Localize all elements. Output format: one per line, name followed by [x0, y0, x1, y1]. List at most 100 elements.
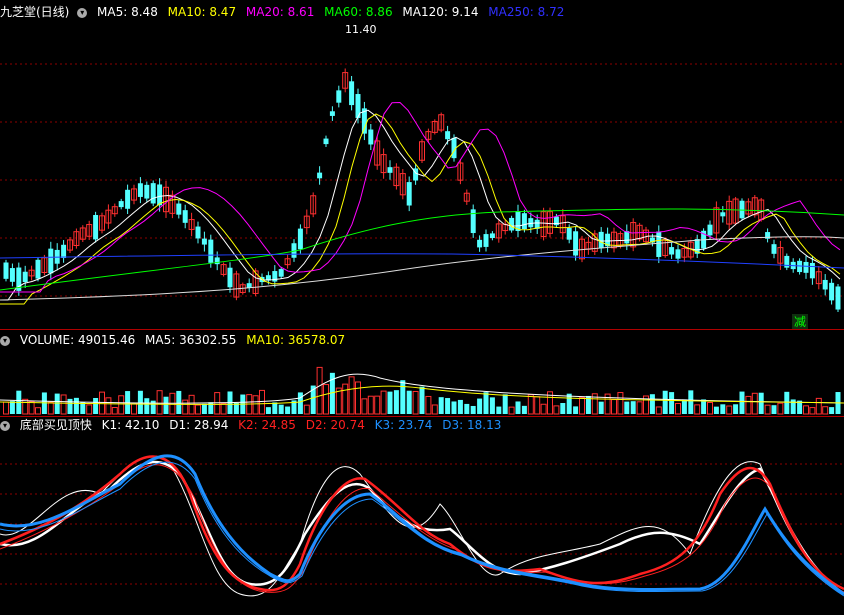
- volume-bar-down: [624, 401, 630, 414]
- volume-bar-up: [809, 407, 816, 415]
- volume-bar-down: [477, 398, 483, 414]
- candle-down: [675, 249, 681, 259]
- candle-down: [329, 111, 335, 116]
- volume-bar-down: [688, 390, 694, 414]
- candle-down: [323, 138, 329, 145]
- candle-down: [445, 131, 451, 140]
- volume-bar-up: [105, 397, 112, 415]
- volume-bar-up: [86, 404, 93, 415]
- volume-bar-up: [99, 391, 105, 415]
- indicator-chart[interactable]: [0, 434, 844, 614]
- volume-bar-up: [534, 396, 541, 415]
- volume-bar-up: [220, 403, 227, 415]
- volume-ma5-label: MA5: 36302.55: [145, 333, 237, 347]
- volume-bar-down: [566, 393, 572, 414]
- volume-bar-down: [201, 403, 207, 414]
- volume-bar-down: [285, 406, 291, 414]
- volume-bar-up: [131, 403, 137, 415]
- candle-down: [624, 231, 630, 244]
- volume-bar-down: [93, 397, 99, 414]
- volume-chart[interactable]: [0, 348, 844, 416]
- volume-bar-down: [502, 394, 508, 414]
- volume-bar-down: [713, 406, 719, 414]
- signal-badge: 减: [792, 314, 809, 330]
- candle-down: [598, 231, 604, 249]
- volume-bar-down: [272, 402, 278, 414]
- volume-bar-up: [777, 402, 784, 415]
- volume-bar-up: [751, 392, 758, 415]
- volume-bar-down: [630, 401, 636, 414]
- volume-bar-down: [297, 392, 303, 414]
- volume-bar-down: [470, 405, 476, 414]
- volume-bar-up: [540, 403, 547, 415]
- settings-circle-icon[interactable]: ▾: [0, 420, 10, 431]
- candle-down: [3, 262, 9, 279]
- candle-down: [246, 283, 252, 288]
- candle-down: [278, 269, 284, 277]
- candle-down: [208, 239, 214, 263]
- volume-bar-up: [316, 366, 323, 415]
- volume-bar-down: [67, 398, 73, 414]
- volume-bar-up: [35, 407, 41, 415]
- volume-bar-down: [278, 404, 284, 414]
- settings-circle-icon[interactable]: ▾: [0, 335, 10, 346]
- volume-bar-down: [387, 391, 393, 414]
- candle-down: [22, 271, 28, 283]
- volume-bar-up: [259, 389, 265, 415]
- volume-bar-down: [144, 398, 150, 414]
- volume-bar-down: [701, 399, 707, 414]
- volume-bar-up: [355, 381, 361, 415]
- volume-bar-down: [784, 391, 790, 414]
- ma60-line: [0, 208, 844, 291]
- candle-down: [9, 268, 15, 282]
- volume-bar-up: [412, 390, 419, 415]
- candle-down: [771, 244, 777, 254]
- volume-bar-down: [573, 406, 579, 414]
- panel-divider: [0, 329, 844, 330]
- candle-down: [784, 255, 790, 268]
- k3-label: K3: 23.74: [374, 418, 433, 432]
- indicator-name: 底部买见顶快: [19, 418, 92, 432]
- volume-bar-up: [361, 398, 368, 415]
- volume-bar-down: [515, 401, 521, 414]
- candle-down: [336, 90, 342, 103]
- volume-bar-up: [195, 404, 201, 415]
- candle-down: [35, 259, 41, 279]
- candle-down: [125, 189, 131, 209]
- volume-bar-up: [380, 390, 387, 415]
- candle-down: [61, 244, 67, 259]
- volume-bar-up: [655, 406, 662, 415]
- k3-line: [0, 454, 844, 596]
- volume-bar-down: [400, 380, 406, 414]
- volume-bar-up: [431, 404, 438, 415]
- volume-bar-down: [790, 399, 796, 414]
- volume-bar-up: [745, 395, 752, 415]
- candlestick-chart[interactable]: [0, 0, 844, 330]
- candle-down: [829, 282, 835, 301]
- volume-bar-up: [22, 398, 29, 415]
- d1-label: D1: 28.94: [169, 418, 229, 432]
- candle-down: [368, 129, 374, 145]
- k1-label: K1: 42.10: [101, 418, 160, 432]
- volume-bar-up: [527, 394, 534, 415]
- ma250-line: [0, 253, 844, 269]
- volume-bar-up: [425, 395, 432, 415]
- candle-down: [566, 227, 572, 240]
- d3-label: D3: 18.13: [442, 418, 502, 432]
- volume-bar-up: [617, 392, 624, 415]
- volume-bar-down: [265, 407, 271, 414]
- volume-bar-up: [636, 401, 643, 415]
- volume-bar-down: [489, 397, 495, 414]
- volume-bar-down: [73, 397, 79, 414]
- volume-bar-down: [457, 399, 463, 414]
- volume-bar-up: [764, 404, 771, 415]
- candle-down: [573, 231, 579, 256]
- volume-bar-down: [669, 392, 675, 414]
- candle-down: [406, 182, 412, 206]
- volume-bar-down: [496, 406, 502, 414]
- volume-bar-down: [521, 405, 527, 414]
- candle-down: [528, 218, 534, 228]
- volume-bar-down: [393, 390, 399, 414]
- candle-down: [707, 224, 713, 236]
- volume-bar-down: [54, 393, 60, 414]
